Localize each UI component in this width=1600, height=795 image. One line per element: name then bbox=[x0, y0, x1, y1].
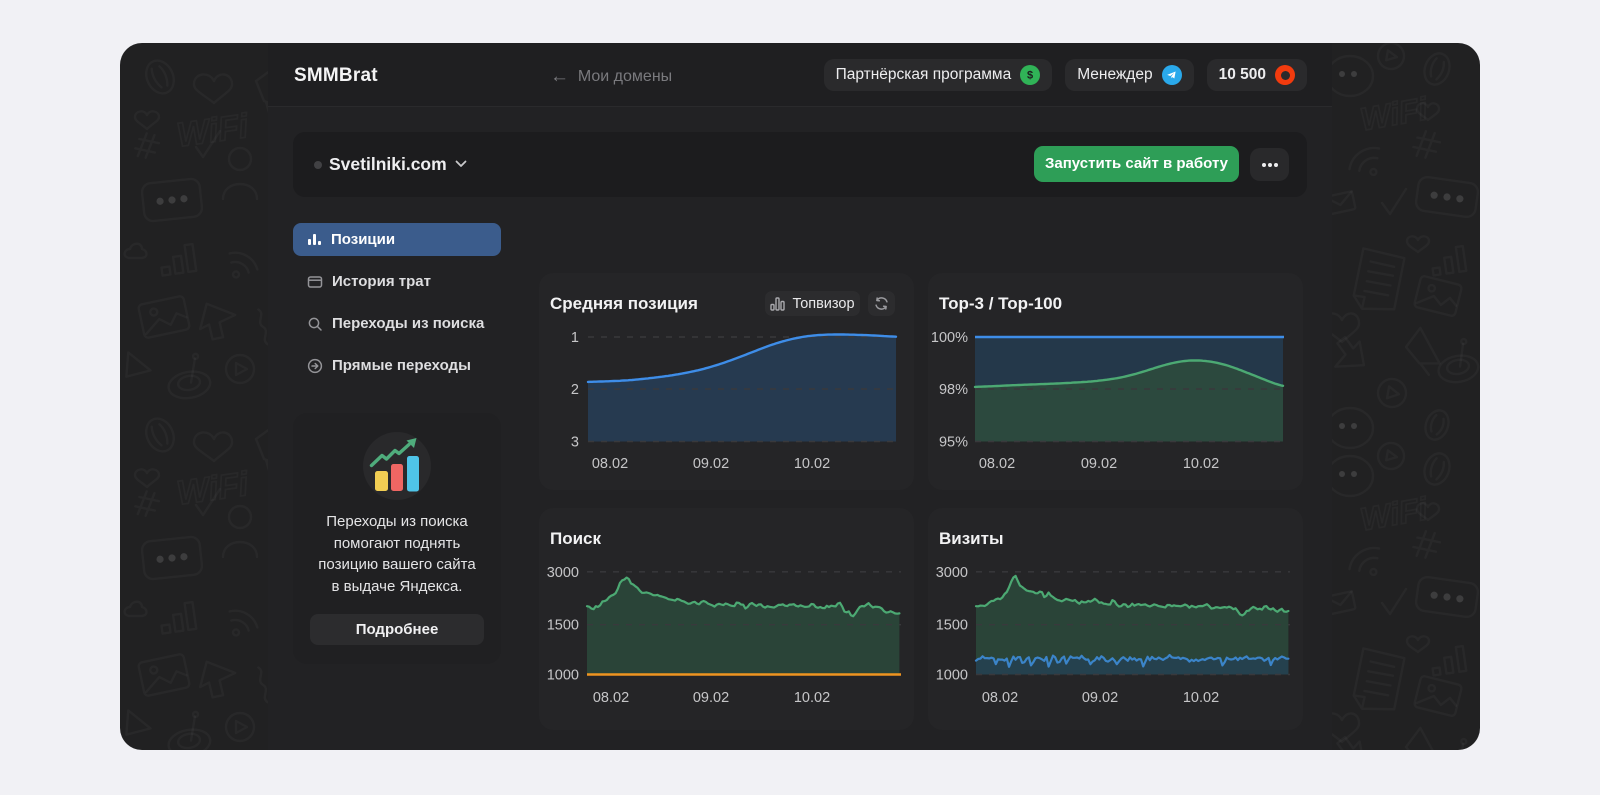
svg-text:98%: 98% bbox=[939, 382, 968, 398]
svg-text:3000: 3000 bbox=[936, 565, 968, 581]
svg-text:95%: 95% bbox=[939, 435, 968, 451]
svg-text:09.02: 09.02 bbox=[693, 690, 729, 706]
svg-text:1000: 1000 bbox=[936, 668, 968, 684]
svg-text:09.02: 09.02 bbox=[1082, 690, 1118, 706]
svg-text:09.02: 09.02 bbox=[693, 456, 729, 472]
svg-text:08.02: 08.02 bbox=[593, 690, 629, 706]
svg-text:1: 1 bbox=[571, 330, 579, 346]
svg-text:10.02: 10.02 bbox=[1183, 456, 1219, 472]
svg-text:08.02: 08.02 bbox=[592, 456, 628, 472]
svg-text:08.02: 08.02 bbox=[982, 690, 1018, 706]
svg-text:1500: 1500 bbox=[547, 618, 579, 634]
svg-text:10.02: 10.02 bbox=[794, 690, 830, 706]
svg-text:08.02: 08.02 bbox=[979, 456, 1015, 472]
svg-text:1500: 1500 bbox=[936, 618, 968, 634]
svg-text:100%: 100% bbox=[931, 330, 968, 346]
svg-text:09.02: 09.02 bbox=[1081, 456, 1117, 472]
svg-text:2: 2 bbox=[571, 382, 579, 398]
svg-text:10.02: 10.02 bbox=[794, 456, 830, 472]
svg-text:1000: 1000 bbox=[547, 668, 579, 684]
svg-text:3000: 3000 bbox=[547, 565, 579, 581]
svg-text:3: 3 bbox=[571, 435, 579, 451]
svg-text:10.02: 10.02 bbox=[1183, 690, 1219, 706]
svg-text:$: $ bbox=[1027, 70, 1033, 82]
